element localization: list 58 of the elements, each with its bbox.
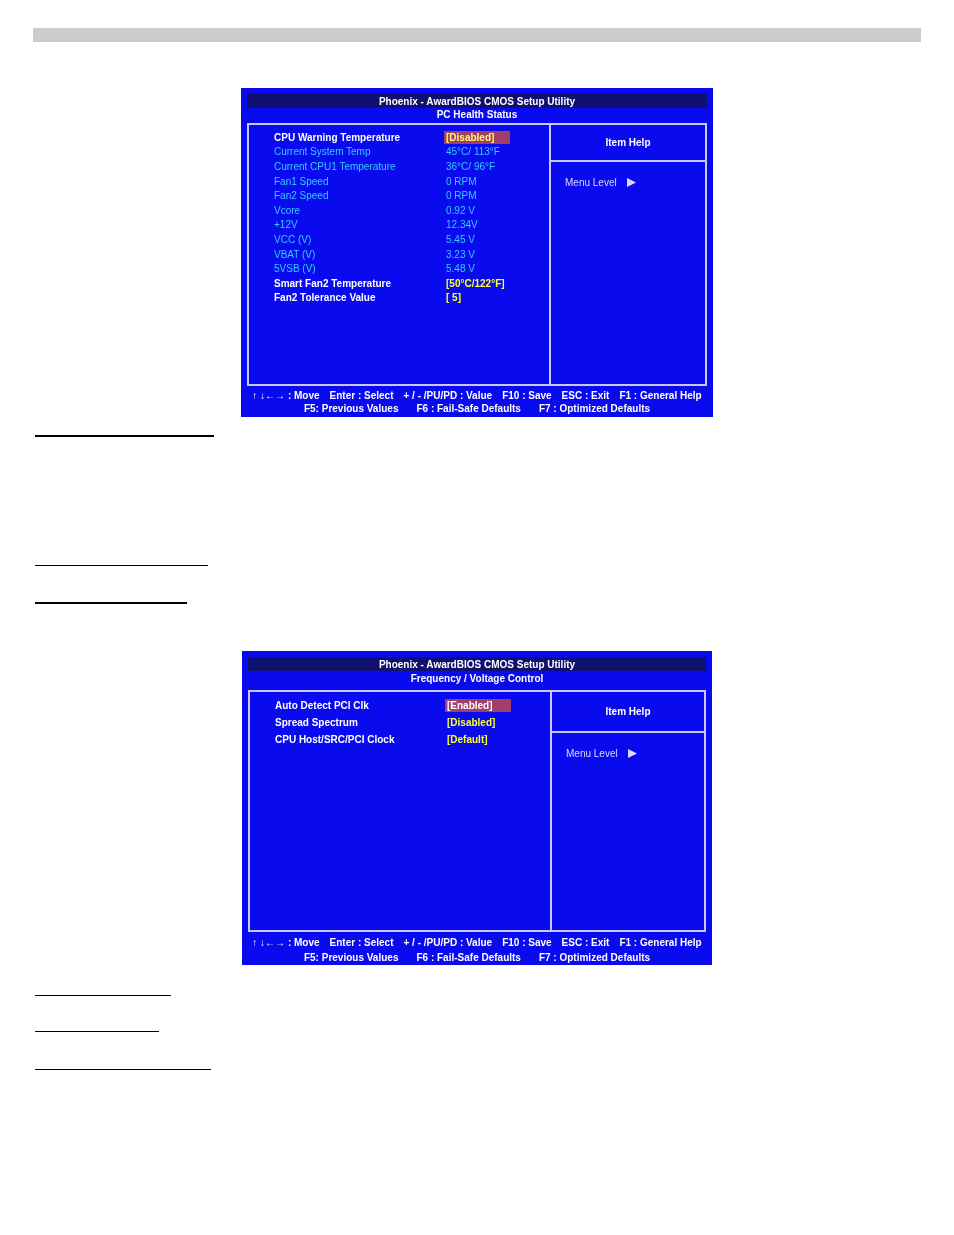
key-hint: F5: Previous Values [303,952,399,963]
setting-value: 45°C/ 113°F [445,145,501,159]
key-hint: ESC : Exit [561,937,610,948]
setting-value[interactable]: [ 5] [444,291,463,305]
key-hint: F1 : General Help [619,390,702,401]
bios-title: Phoenix - AwardBIOS CMOS Setup Utility [378,95,576,107]
setting-value: 0.92 V [445,203,476,217]
setting-label: Fan2 Tolerance Value [274,292,377,304]
setting-value: 5.45 V [445,232,476,246]
setting-label: Fan1 Speed [274,175,330,187]
menu-level-label: Menu Level [566,748,618,759]
setting-value[interactable]: [Disabled] [444,130,510,144]
setting-label: CPU Host/SRC/PCI Clock [275,734,396,745]
key-hint: Enter : Select [329,390,394,401]
setting-label: Current CPU1 Temperature [274,161,397,172]
bios-subtitle: PC Health Status [436,108,518,122]
key-hint: ↑ ↓←→ : Move [252,390,320,401]
setting-label: Spread Spectrum [275,717,359,728]
setting-value[interactable]: [Enabled] [445,699,511,712]
setting-label: Fan2 Speed [274,190,330,202]
setting-label: VCC (V) [274,233,313,245]
setting-value[interactable]: [Disabled] [445,716,498,729]
help-title: Item Help [605,137,651,148]
key-hint: F6 : Fail-Safe Defaults [416,952,521,963]
setting-label: VBAT (V) [274,248,317,260]
setting-value: 0 RPM [445,189,478,203]
key-hint: F10 : Save [502,390,552,401]
key-hint: + / - /PU/PD : Value [403,390,493,401]
setting-value: 3.23 V [445,247,476,261]
key-hint: F10 : Save [502,937,552,948]
key-hint: F6 : Fail-Safe Defaults [416,403,521,414]
key-hint: F5: Previous Values [303,403,399,414]
setting-label: +12V [274,219,299,231]
setting-value[interactable]: [Default] [445,733,490,746]
setting-label: Vcore [274,204,302,216]
key-hint: ↑ ↓←→ : Move [252,937,320,948]
setting-label: CPU Warning Temperature [274,131,402,143]
menu-level-label: Menu Level [565,177,617,188]
triangle-icon [627,749,637,758]
setting-label: Smart Fan2 Temperature [274,277,393,289]
key-hint: F7 : Optimized Defaults [538,403,651,414]
bios-title: Phoenix - AwardBIOS CMOS Setup Utility [378,658,576,670]
setting-value: 0 RPM [445,174,478,188]
setting-value: 5.48 V [445,262,476,276]
setting-label: Current System Temp [274,146,372,158]
help-title: Item Help [605,706,651,717]
key-hint: ESC : Exit [561,390,610,401]
setting-label: Auto Detect PCI Clk [275,700,370,711]
setting-value: 12.34V [445,218,479,232]
key-hint: F1 : General Help [619,937,702,948]
key-hint: + / - /PU/PD : Value [403,937,493,948]
setting-value[interactable]: [50°C/122°F] [444,276,507,290]
triangle-icon [626,178,636,187]
key-hint: Enter : Select [329,937,394,948]
key-hint: F7 : Optimized Defaults [538,952,651,963]
setting-label: 5VSB (V) [274,263,317,275]
setting-value: 36°C/ 96°F [445,160,497,173]
bios-subtitle: Frequency / Voltage Control [410,672,544,686]
